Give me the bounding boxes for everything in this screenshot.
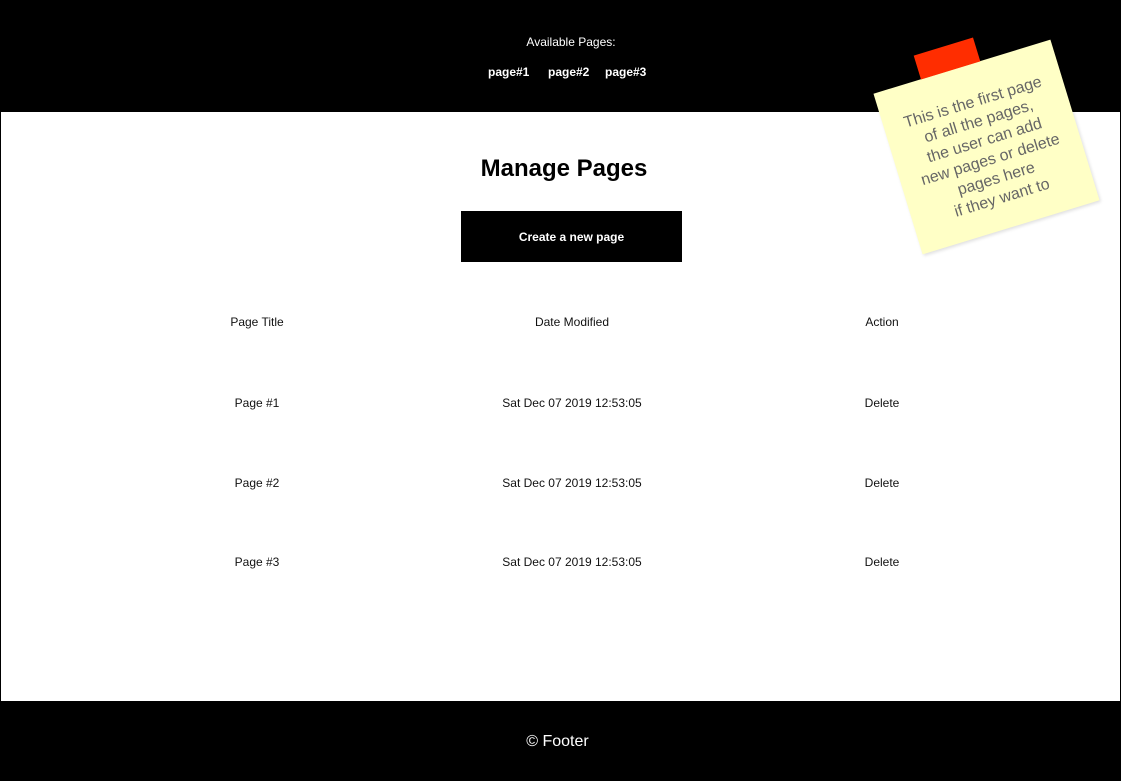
- footer: © Footer: [1, 701, 1121, 781]
- row-page-title: Page #1: [234, 396, 280, 410]
- delete-button[interactable]: Delete: [782, 555, 982, 569]
- nav-link-page-1[interactable]: page#1: [488, 65, 529, 79]
- page-frame: Available Pages: page#1 page#2 page#3 Ma…: [0, 0, 1121, 781]
- nav-link-page-3[interactable]: page#3: [605, 65, 646, 79]
- delete-button[interactable]: Delete: [782, 396, 982, 410]
- row-date-modified: Sat Dec 07 2019 12:53:05: [502, 476, 642, 490]
- footer-text: © Footer: [526, 733, 589, 750]
- row-date-modified: Sat Dec 07 2019 12:53:05: [502, 396, 642, 410]
- delete-button[interactable]: Delete: [782, 476, 982, 490]
- row-page-title: Page #3: [234, 555, 280, 569]
- column-header-date-modified: Date Modified: [534, 315, 610, 329]
- nav-link-page-2[interactable]: page#2: [548, 65, 589, 79]
- sticky-note-text: This is the first page of all the pages,…: [901, 73, 1062, 221]
- row-date-modified: Sat Dec 07 2019 12:53:05: [502, 555, 642, 569]
- create-page-button[interactable]: Create a new page: [461, 211, 682, 262]
- column-header-action: Action: [865, 315, 899, 329]
- row-page-title: Page #2: [234, 476, 280, 490]
- column-header-page-title: Page Title: [230, 315, 284, 329]
